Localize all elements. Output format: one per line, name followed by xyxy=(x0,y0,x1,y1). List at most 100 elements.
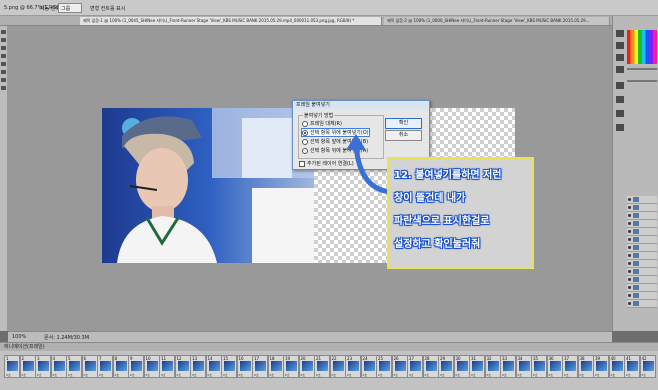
visibility-eye-icon[interactable] xyxy=(628,246,631,249)
animation-frame[interactable]: 6 0초 xyxy=(81,355,98,378)
visibility-eye-icon[interactable] xyxy=(628,262,631,265)
radio-replace-frames[interactable]: 프레임 대체(R) xyxy=(302,120,342,127)
frame-delay[interactable]: 0초 xyxy=(626,373,631,377)
visibility-eye-icon[interactable] xyxy=(628,302,631,305)
animation-frame[interactable]: 7 0초 xyxy=(97,355,113,378)
animation-frame[interactable]: 39 0초 xyxy=(593,355,609,378)
frame-delay[interactable]: 0초 xyxy=(394,373,399,377)
animation-frame[interactable]: 31 0초 xyxy=(469,355,485,378)
lasso-tool-icon[interactable] xyxy=(1,46,6,50)
animation-frame[interactable]: 12 0초 xyxy=(174,355,191,378)
frame-delay[interactable]: 0초 xyxy=(192,373,197,377)
layer-row[interactable] xyxy=(627,212,657,220)
animation-frame[interactable]: 2 0초 xyxy=(19,355,36,378)
masks-panel-icon[interactable] xyxy=(616,110,624,117)
frame-delay[interactable]: 0초 xyxy=(208,373,213,377)
animation-frame[interactable]: 1 0초 xyxy=(4,355,20,378)
frame-delay[interactable]: 0초 xyxy=(53,373,58,377)
visibility-eye-icon[interactable] xyxy=(628,294,631,297)
frame-delay[interactable]: 0초 xyxy=(440,373,445,377)
animation-frame[interactable]: 40 0초 xyxy=(608,355,625,378)
frame-delay[interactable]: 0초 xyxy=(270,373,275,377)
layer-row[interactable] xyxy=(627,244,657,252)
visibility-eye-icon[interactable] xyxy=(628,230,631,233)
layer-row[interactable] xyxy=(627,300,657,308)
layer-row[interactable] xyxy=(627,284,657,292)
animation-frame[interactable]: 34 0초 xyxy=(515,355,532,378)
frame-delay[interactable]: 0초 xyxy=(564,373,569,377)
frame-delay[interactable]: 0초 xyxy=(502,373,507,377)
frame-delay[interactable]: 0초 xyxy=(239,373,244,377)
frame-delay[interactable]: 0초 xyxy=(146,373,151,377)
frame-delay[interactable]: 0초 xyxy=(37,373,42,377)
frame-delay[interactable]: 0초 xyxy=(471,373,476,377)
eraser-tool-icon[interactable] xyxy=(1,86,6,90)
animation-frame[interactable]: 10 0초 xyxy=(143,355,160,378)
frame-delay[interactable]: 0초 xyxy=(409,373,414,377)
layer-row[interactable] xyxy=(627,204,657,212)
frame-delay[interactable]: 0초 xyxy=(223,373,228,377)
animation-frame[interactable]: 30 0초 xyxy=(453,355,470,378)
tab-document-1[interactable]: 제목 없음-1 @ 100% (1_0045_SHINee 샤이니_Front-… xyxy=(80,17,382,25)
animation-frame[interactable]: 35 0초 xyxy=(531,355,547,378)
frame-delay[interactable]: 0초 xyxy=(363,373,368,377)
visibility-eye-icon[interactable] xyxy=(628,254,631,257)
layer-row[interactable] xyxy=(627,268,657,276)
brush-tool-icon[interactable] xyxy=(1,78,6,82)
layer-row[interactable] xyxy=(627,276,657,284)
visibility-eye-icon[interactable] xyxy=(628,222,631,225)
frame-delay[interactable]: 0초 xyxy=(99,373,104,377)
frame-delay[interactable]: 0초 xyxy=(549,373,554,377)
frame-delay[interactable]: 0초 xyxy=(68,373,73,377)
frame-delay[interactable]: 0초 xyxy=(161,373,166,377)
frame-delay[interactable]: 0초 xyxy=(177,373,182,377)
animation-frame[interactable]: 19 0초 xyxy=(283,355,299,378)
frame-delay[interactable]: 0초 xyxy=(332,373,337,377)
animation-frame[interactable]: 11 0초 xyxy=(159,355,175,378)
animation-frame[interactable]: 27 0초 xyxy=(407,355,423,378)
adjustments-panel-icon[interactable] xyxy=(616,96,624,103)
animation-frame[interactable]: 3 0초 xyxy=(35,355,51,378)
animation-frame[interactable]: 18 0초 xyxy=(267,355,284,378)
visibility-eye-icon[interactable] xyxy=(628,238,631,241)
visibility-eye-icon[interactable] xyxy=(628,198,631,201)
frame-delay[interactable]: 0초 xyxy=(580,373,585,377)
animation-frame[interactable]: 36 0초 xyxy=(546,355,563,378)
animation-frame[interactable]: 41 0초 xyxy=(624,355,640,378)
frame-delay[interactable]: 0초 xyxy=(487,373,492,377)
frame-delay[interactable]: 0초 xyxy=(595,373,600,377)
animation-frame[interactable]: 15 0초 xyxy=(221,355,237,378)
visibility-eye-icon[interactable] xyxy=(628,278,631,281)
move-tool-icon[interactable] xyxy=(1,30,6,34)
frame-delay[interactable]: 0초 xyxy=(285,373,290,377)
crop-tool-icon[interactable] xyxy=(1,62,6,66)
animation-frame[interactable]: 5 0초 xyxy=(66,355,82,378)
paragraph-panel-icon[interactable] xyxy=(616,66,624,73)
frame-delay[interactable]: 0초 xyxy=(533,373,538,377)
visibility-eye-icon[interactable] xyxy=(628,286,631,289)
animation-frame[interactable]: 29 0초 xyxy=(438,355,454,378)
animation-frame[interactable]: 23 0초 xyxy=(345,355,361,378)
magic-wand-tool-icon[interactable] xyxy=(1,54,6,58)
styles-panel-icon[interactable] xyxy=(616,124,624,131)
frame-delay[interactable]: 0초 xyxy=(347,373,352,377)
canvas-image[interactable] xyxy=(102,108,314,263)
ok-button[interactable]: 확인 xyxy=(385,118,422,129)
eyedropper-tool-icon[interactable] xyxy=(1,70,6,74)
frame-delay[interactable]: 0초 xyxy=(425,373,430,377)
brush-panel-icon[interactable] xyxy=(616,42,624,49)
frame-delay[interactable]: 0초 xyxy=(642,373,647,377)
swatches-panel[interactable] xyxy=(627,30,657,64)
frame-delay[interactable]: 0초 xyxy=(378,373,383,377)
layer-row[interactable] xyxy=(627,220,657,228)
tab-document-2[interactable]: 제목 없음-2 @ 100% (1_0000_SHINee 샤이니_Front-… xyxy=(384,17,610,25)
animation-frame[interactable]: 25 0초 xyxy=(376,355,392,378)
animation-frame[interactable]: 22 0초 xyxy=(329,355,346,378)
transform-controls-label[interactable]: 변형 컨트롤 표시 xyxy=(90,5,125,12)
frame-delay[interactable]: 0초 xyxy=(6,373,11,377)
layer-row[interactable] xyxy=(627,236,657,244)
animation-frame[interactable]: 26 0초 xyxy=(391,355,408,378)
frame-delay[interactable]: 0초 xyxy=(611,373,616,377)
character-panel-icon[interactable] xyxy=(616,54,624,61)
visibility-eye-icon[interactable] xyxy=(628,214,631,217)
